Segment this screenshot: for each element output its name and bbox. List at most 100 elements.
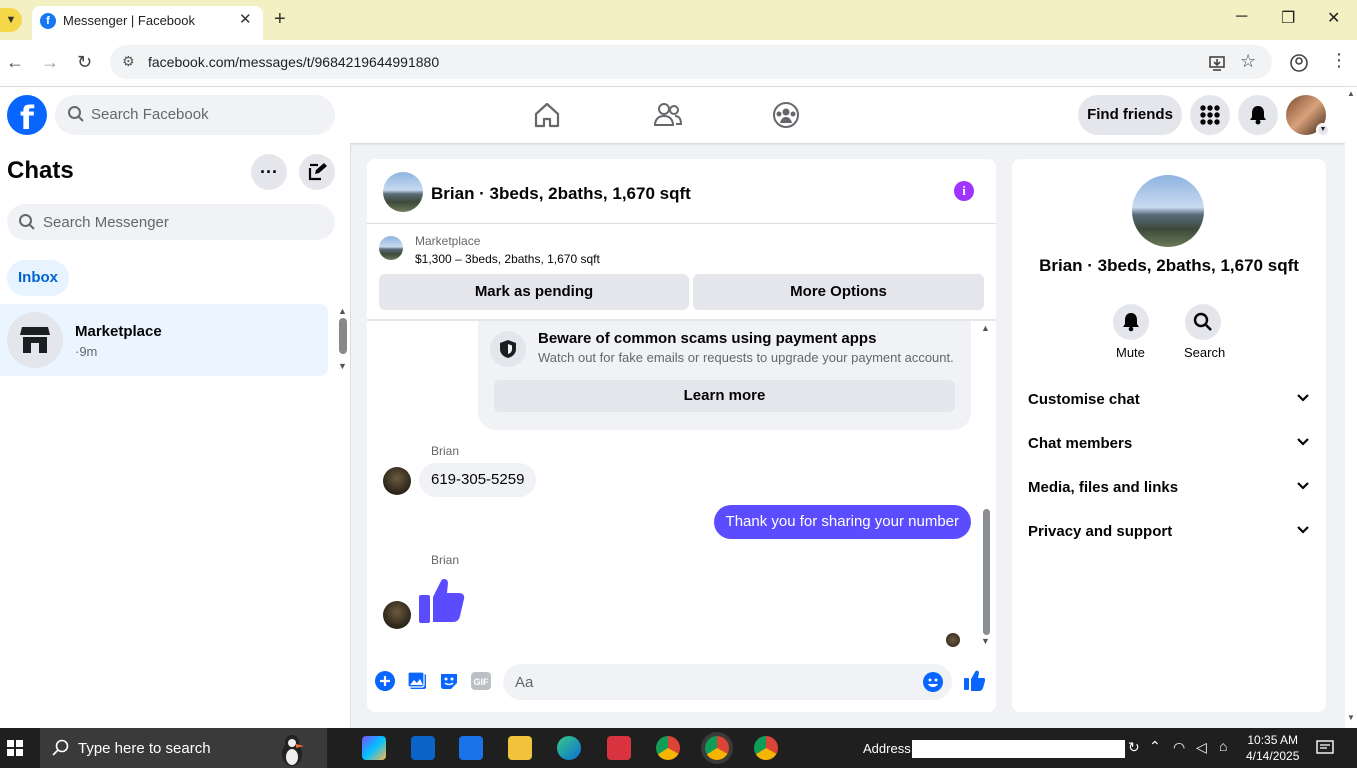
chrome-active-icon[interactable] [705, 736, 729, 760]
volume-icon[interactable]: ◁ [1196, 739, 1207, 756]
privacy-support-section[interactable]: Privacy and support [1028, 521, 1310, 545]
copilot-icon[interactable] [362, 736, 386, 760]
media-files-links-section[interactable]: Media, files and links [1028, 477, 1310, 501]
like-send-icon[interactable] [963, 669, 985, 691]
chat-members-section[interactable]: Chat members [1028, 433, 1310, 457]
forward-icon[interactable]: → [41, 52, 59, 73]
mute-button[interactable] [1113, 304, 1149, 340]
language-icon[interactable]: ⌂ [1219, 738, 1227, 754]
contact-avatar[interactable] [383, 172, 423, 212]
notifications-button[interactable] [1238, 95, 1278, 135]
chat-list-scrollbar[interactable] [339, 318, 347, 354]
sticker-icon[interactable] [439, 671, 459, 691]
add-icon[interactable] [375, 671, 395, 691]
browser-tab-bar: ▼ f Messenger | Facebook ✕ + ─ ❐ ✕ [0, 0, 1357, 40]
facebook-search-input[interactable]: Search Facebook [55, 95, 335, 135]
new-message-button[interactable] [299, 154, 335, 190]
page-scrollbar[interactable]: ▲ ▼ [1345, 87, 1357, 728]
customise-chat-section[interactable]: Customise chat [1028, 389, 1310, 413]
scam-warning-title: Beware of common scams using payment app… [538, 330, 877, 347]
search-icon [1193, 312, 1212, 331]
scroll-up-icon[interactable]: ▲ [338, 306, 347, 316]
menu-button[interactable] [1190, 95, 1230, 135]
search-icon [52, 739, 69, 756]
scam-warning-card: Beware of common scams using payment app… [478, 321, 971, 430]
more-options-button[interactable]: More Options [693, 274, 984, 310]
home-icon[interactable] [533, 101, 561, 129]
emoji-icon[interactable] [923, 672, 943, 692]
conversation-header: Brian · 3beds, 2baths, 1,670 sqft i [367, 159, 996, 224]
sender-avatar[interactable] [383, 601, 411, 629]
message-input[interactable]: Aa [503, 664, 952, 700]
new-tab-icon[interactable]: + [274, 8, 286, 31]
tab-search-button[interactable]: ▼ [0, 8, 22, 32]
messenger-search-input[interactable]: Search Messenger [7, 204, 335, 240]
profile-avatar[interactable]: ▼ [1286, 95, 1330, 137]
bookmark-star-icon[interactable]: ☆ [1240, 51, 1256, 72]
chrome-icon[interactable] [656, 736, 680, 760]
windows-start-icon[interactable] [7, 740, 23, 756]
install-app-icon[interactable] [1208, 54, 1226, 72]
mark-pending-button[interactable]: Mark as pending [379, 274, 689, 310]
outgoing-message[interactable]: Thank you for sharing your number [713, 505, 971, 539]
maximize-icon[interactable]: ❐ [1281, 8, 1295, 28]
outlook-icon[interactable] [411, 736, 435, 760]
site-info-icon[interactable]: ⚙ [122, 53, 135, 70]
search-conversation-button[interactable] [1185, 304, 1221, 340]
minimize-icon[interactable]: ─ [1236, 8, 1247, 26]
photo-icon[interactable] [407, 671, 427, 691]
chat-list-item[interactable]: Marketplace ·9m [0, 304, 328, 376]
find-friends-button[interactable]: Find friends [1078, 95, 1182, 135]
seen-indicator-avatar [946, 633, 960, 647]
store-app-icon[interactable] [459, 736, 483, 760]
more-dots-icon: ··· [260, 162, 278, 182]
scroll-up-icon[interactable]: ▲ [1347, 89, 1355, 98]
groups-icon[interactable] [772, 101, 800, 129]
address-bar[interactable]: ⚙ facebook.com/messages/t/96842196449918… [110, 45, 1272, 79]
info-icon[interactable]: i [954, 181, 974, 201]
scroll-up-icon[interactable]: ▲ [981, 323, 990, 333]
conversation-scrollbar[interactable] [983, 509, 990, 635]
browser-tab[interactable]: f Messenger | Facebook ✕ [32, 6, 263, 40]
inbox-tab[interactable]: Inbox [7, 260, 69, 296]
section-label: Customise chat [1028, 391, 1140, 408]
tray-expand-icon[interactable]: ⌃ [1149, 738, 1161, 755]
edge-icon[interactable] [557, 736, 581, 760]
taskbar-clock[interactable]: 10:35 AM 4/14/2025 [1246, 732, 1299, 764]
contact-name: Brian · 3beds, 2baths, 1,670 sqft [1039, 256, 1299, 275]
search-placeholder: Search Messenger [43, 214, 169, 231]
browser-menu-icon[interactable]: ⋮ [1330, 50, 1348, 71]
mute-label: Mute [1116, 345, 1145, 360]
profile-icon[interactable] [1290, 54, 1308, 72]
chrome-profile-icon[interactable] [754, 736, 778, 760]
address-toolbar-input[interactable] [912, 740, 1125, 758]
contact-large-avatar[interactable] [1132, 175, 1204, 247]
taskbar-search-placeholder: Type here to search [78, 740, 211, 757]
go-refresh-icon[interactable]: ↻ [1128, 739, 1140, 756]
file-explorer-icon[interactable] [508, 736, 532, 760]
taskbar-search[interactable]: Type here to search [40, 728, 327, 768]
gif-icon[interactable]: GIF [471, 671, 491, 691]
close-window-icon[interactable]: ✕ [1327, 8, 1340, 28]
chat-name: Marketplace [75, 323, 162, 340]
url-text: facebook.com/messages/t/9684219644991880 [148, 54, 440, 70]
close-tab-icon[interactable]: ✕ [239, 10, 252, 28]
scroll-down-icon[interactable]: ▼ [1347, 713, 1355, 722]
back-icon[interactable]: ← [6, 52, 24, 73]
conversation-title[interactable]: Brian · 3beds, 2baths, 1,670 sqft [431, 184, 691, 204]
chat-options-button[interactable]: ··· [251, 154, 287, 190]
reload-icon[interactable]: ↻ [77, 52, 92, 73]
wifi-icon[interactable]: ◠ [1173, 739, 1185, 756]
incoming-message[interactable]: 619-305-5259 [419, 463, 537, 497]
notification-center-icon[interactable] [1316, 740, 1334, 756]
sender-avatar[interactable] [383, 467, 411, 495]
facebook-logo[interactable]: f [7, 95, 47, 137]
thumbs-up-icon[interactable] [417, 573, 469, 625]
scroll-down-icon[interactable]: ▼ [981, 636, 990, 646]
listing-summary[interactable]: $1,300 – 3beds, 2baths, 1,670 sqft [415, 252, 600, 266]
wps-icon[interactable] [607, 736, 631, 760]
scroll-down-icon[interactable]: ▼ [338, 361, 347, 371]
learn-more-button[interactable]: Learn more [494, 380, 955, 412]
search-label: Search [1184, 345, 1226, 360]
friends-icon[interactable] [653, 101, 683, 129]
